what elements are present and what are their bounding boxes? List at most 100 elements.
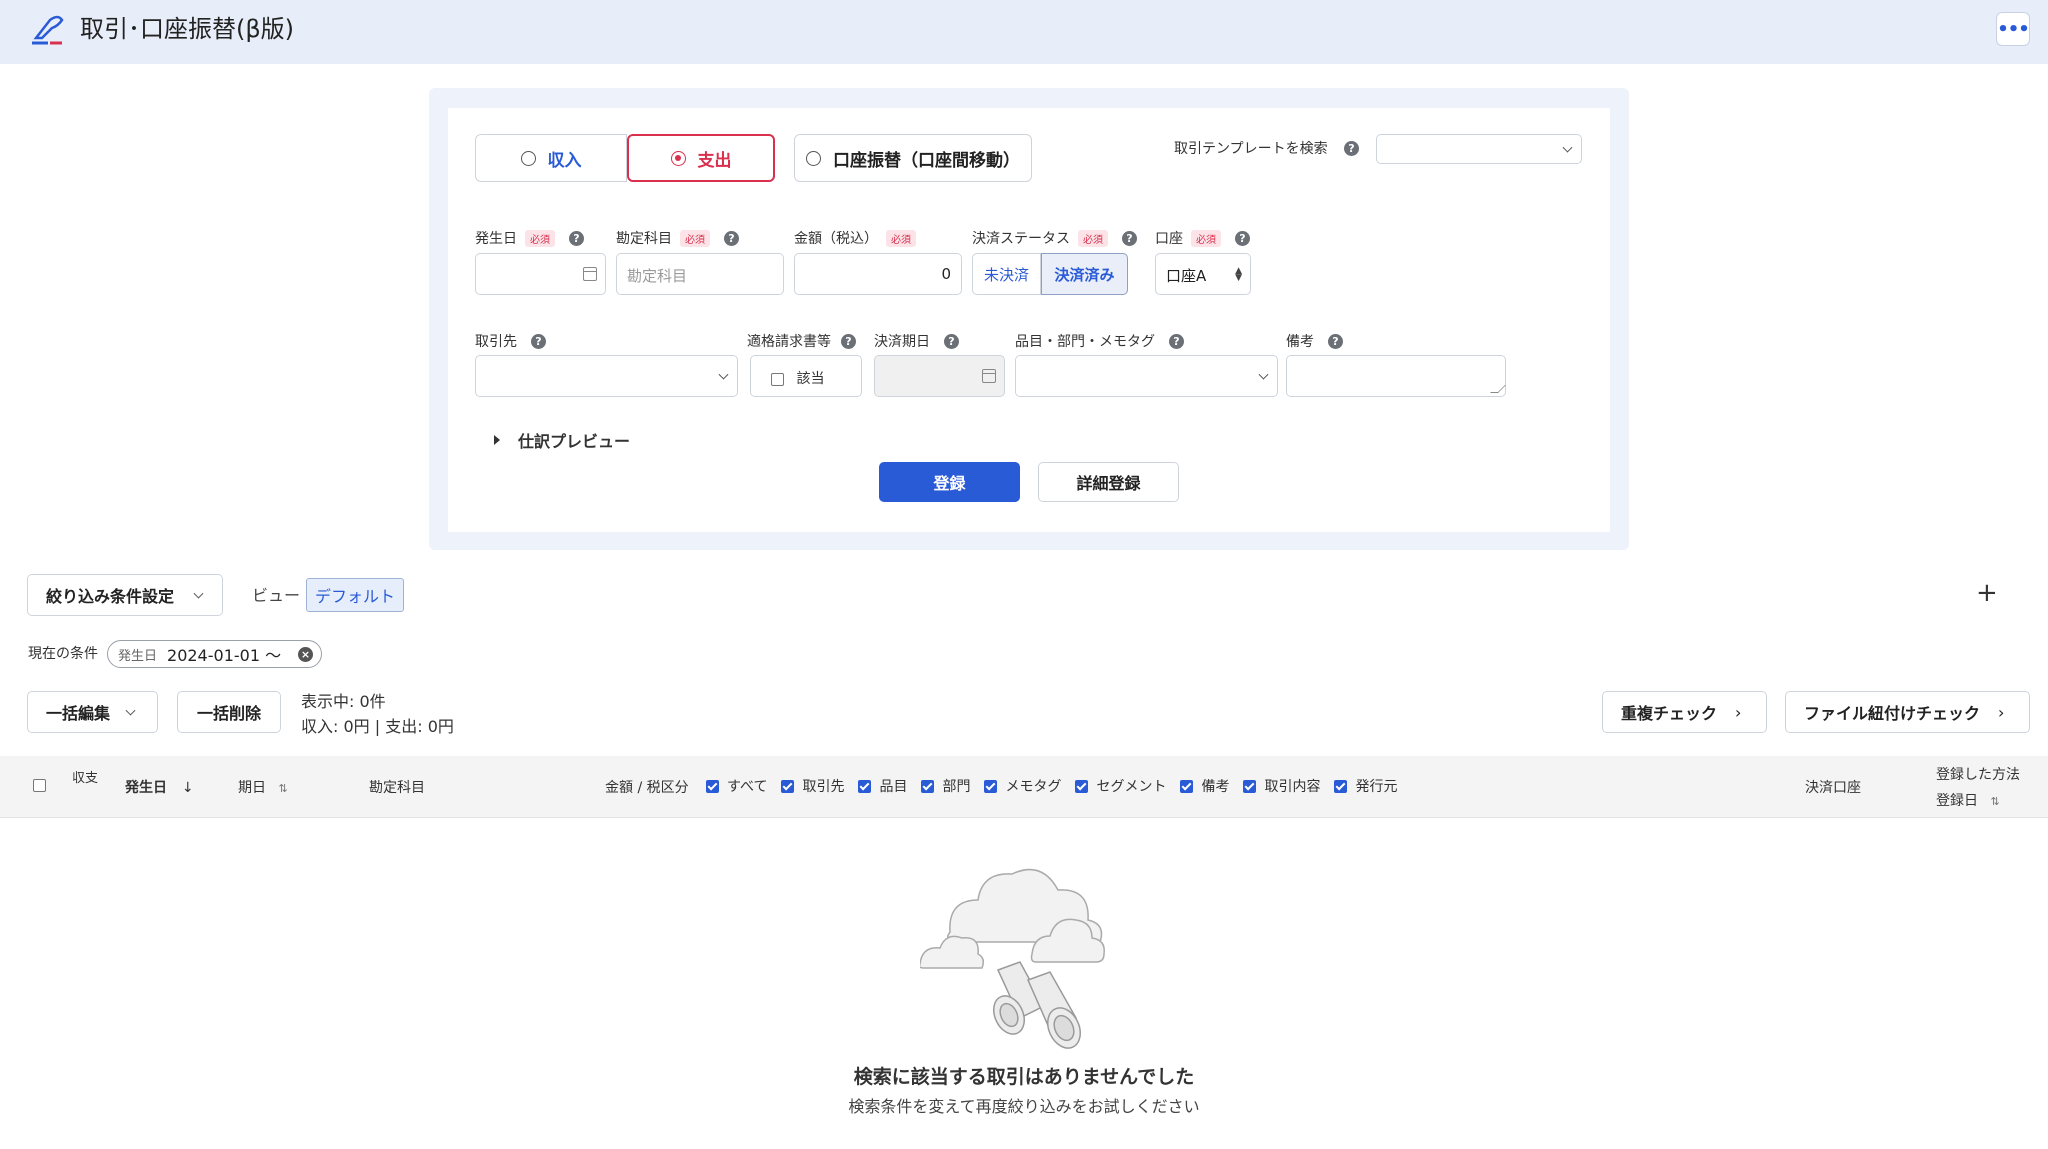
column-toggle-label: すべて — [727, 779, 768, 795]
file-link-check-label: ファイル紐付けチェック — [1804, 704, 1981, 723]
tags-select[interactable] — [1015, 355, 1278, 397]
wallet-select[interactable]: 口座A ▲ ▼ — [1155, 253, 1251, 295]
help-icon[interactable]: ? — [1122, 230, 1137, 246]
required-badge: 必須 — [1078, 229, 1108, 247]
due-date-label: 決済期日 ? — [874, 331, 959, 351]
journal-preview-label: 仕訳プレビュー — [518, 432, 631, 451]
chevron-down-icon — [1258, 369, 1269, 380]
column-toggles: すべて 取引先 品目 部門 メモタグ セグメント 備考 取引内容 発行元 — [706, 776, 1411, 796]
page-title: 取引･口座振替(β版) — [80, 15, 295, 43]
condition-chip: 発生日 2024-01-01 〜 × — [107, 640, 322, 668]
header-date-sort[interactable]: 発生日 ↓ — [125, 777, 194, 797]
column-toggle-issuer[interactable]: 発行元 — [1334, 776, 1397, 796]
caret-right-icon — [494, 435, 500, 445]
account-item-label-text: 勘定科目 — [616, 231, 672, 247]
empty-state-subtitle: 検索条件を変えて再度絞り込みをお試しください — [848, 1097, 1200, 1116]
due-date-input[interactable] — [874, 355, 1005, 397]
partner-label: 取引先 ? — [475, 331, 546, 351]
column-toggle-label: セグメント — [1096, 779, 1167, 795]
settlement-status-label: 決済ステータス 必須 ? — [972, 228, 1137, 248]
help-icon[interactable]: ? — [1344, 141, 1359, 156]
tab-expense[interactable]: 支出 — [627, 134, 775, 182]
column-toggle-label: 発行元 — [1355, 779, 1398, 795]
header-registered-date-label: 登録日 — [1936, 793, 1978, 809]
status-settled-button[interactable]: 決済済み — [1041, 253, 1128, 295]
column-toggle-section[interactable]: 部門 — [921, 776, 970, 796]
help-icon[interactable]: ? — [1169, 333, 1184, 349]
help-icon[interactable]: ? — [531, 333, 546, 349]
memo-label: 備考 ? — [1286, 331, 1343, 351]
column-toggle-label: 部門 — [942, 779, 971, 795]
help-icon[interactable]: ? — [944, 333, 959, 349]
file-link-check-button[interactable]: ファイル紐付けチェック › — [1785, 691, 2030, 733]
filter-settings-button[interactable]: 絞り込み条件設定 — [27, 574, 223, 616]
help-icon[interactable]: ? — [569, 230, 584, 246]
more-menu-button[interactable]: ••• — [1996, 12, 2030, 46]
add-view-button[interactable]: + — [1976, 578, 1998, 608]
income-expense-summary: 収入: 0円 | 支出: 0円 — [301, 717, 454, 736]
detail-register-button[interactable]: 詳細登録 — [1038, 462, 1179, 502]
help-icon[interactable]: ? — [724, 230, 739, 246]
chevron-down-icon — [120, 702, 140, 722]
header-amount-tax: 金額 / 税区分 — [605, 780, 689, 796]
qualified-invoice-label-text: 適格請求書等 — [747, 334, 831, 350]
checkbox-checked-icon — [706, 779, 719, 793]
column-toggle-segment[interactable]: セグメント — [1075, 776, 1166, 796]
view-chip-default[interactable]: デフォルト — [306, 578, 405, 612]
checkbox-checked-icon — [1075, 779, 1089, 793]
chevron-right-icon: › — [1735, 702, 1742, 722]
bulk-delete-button[interactable]: 一括削除 — [177, 691, 281, 733]
column-toggle-remarks[interactable]: 備考 — [1180, 776, 1229, 796]
select-all-checkbox[interactable] — [33, 779, 46, 792]
register-button[interactable]: 登録 — [879, 462, 1020, 502]
help-icon[interactable]: ? — [841, 333, 856, 349]
account-item-input[interactable]: 勘定科目 — [616, 253, 784, 295]
app-header: 取引･口座振替(β版) ••• — [0, 0, 2048, 64]
more-dots-icon: ••• — [1997, 18, 2030, 40]
column-toggle-all[interactable]: すべて — [706, 776, 767, 796]
qualified-invoice-checkbox-field[interactable]: 該当 — [750, 355, 862, 397]
amount-input[interactable]: 0 — [794, 253, 962, 295]
tab-transfer[interactable]: 口座振替（口座間移動） — [794, 134, 1032, 182]
calendar-icon — [583, 267, 597, 281]
memo-textarea[interactable] — [1286, 355, 1506, 397]
template-search-label: 取引テンプレートを検索 — [1174, 141, 1328, 157]
header-due-sort[interactable]: 期日 ⇅ — [238, 777, 288, 797]
help-icon[interactable]: ? — [1235, 230, 1250, 246]
column-toggle-description[interactable]: 取引内容 — [1243, 776, 1320, 796]
checkbox-checked-icon — [1243, 779, 1257, 793]
radio-selected-icon — [670, 150, 686, 166]
sort-icon: ⇅ — [278, 782, 288, 795]
column-toggle-memo-tag[interactable]: メモタグ — [984, 776, 1061, 796]
partner-select[interactable] — [475, 355, 738, 397]
journal-preview-toggle[interactable]: 仕訳プレビュー — [494, 428, 630, 452]
resize-handle-icon[interactable] — [1490, 385, 1506, 393]
checkbox-checked-icon — [1334, 779, 1348, 793]
column-toggle-partner[interactable]: 取引先 — [781, 776, 844, 796]
qualified-invoice-label: 適格請求書等 ? — [747, 331, 856, 351]
template-search-select[interactable] — [1376, 134, 1582, 164]
checkbox-checked-icon — [984, 779, 998, 793]
status-unsettled-button[interactable]: 未決済 — [972, 253, 1041, 295]
date-label-text: 発生日 — [475, 231, 517, 247]
duplicate-check-button[interactable]: 重複チェック › — [1602, 691, 1767, 733]
chevron-right-icon: › — [1998, 702, 2005, 722]
tab-income[interactable]: 収入 — [475, 134, 627, 182]
qualified-invoice-checkbox[interactable] — [771, 372, 784, 386]
required-badge: 必須 — [886, 229, 916, 247]
date-input[interactable] — [475, 253, 606, 295]
remove-condition-icon[interactable]: × — [298, 647, 313, 662]
header-settlement-account: 決済口座 — [1805, 780, 1861, 796]
required-badge: 必須 — [525, 229, 555, 247]
header-registered-method: 登録した方法 — [1936, 767, 2020, 783]
condition-value: 2024-01-01 〜 — [167, 646, 282, 665]
bulk-edit-button[interactable]: 一括編集 — [27, 691, 158, 733]
column-toggle-item[interactable]: 品目 — [858, 776, 907, 796]
checkbox-checked-icon — [858, 779, 872, 793]
date-label: 発生日 必須 ? — [475, 228, 584, 248]
view-label: ビュー — [252, 586, 301, 605]
header-registered-date-sort[interactable]: 登録日 ⇅ — [1936, 790, 2000, 810]
header-account-item: 勘定科目 — [369, 780, 425, 796]
help-icon[interactable]: ? — [1328, 333, 1343, 349]
tags-label: 品目・部門・メモタグ ? — [1015, 331, 1184, 351]
